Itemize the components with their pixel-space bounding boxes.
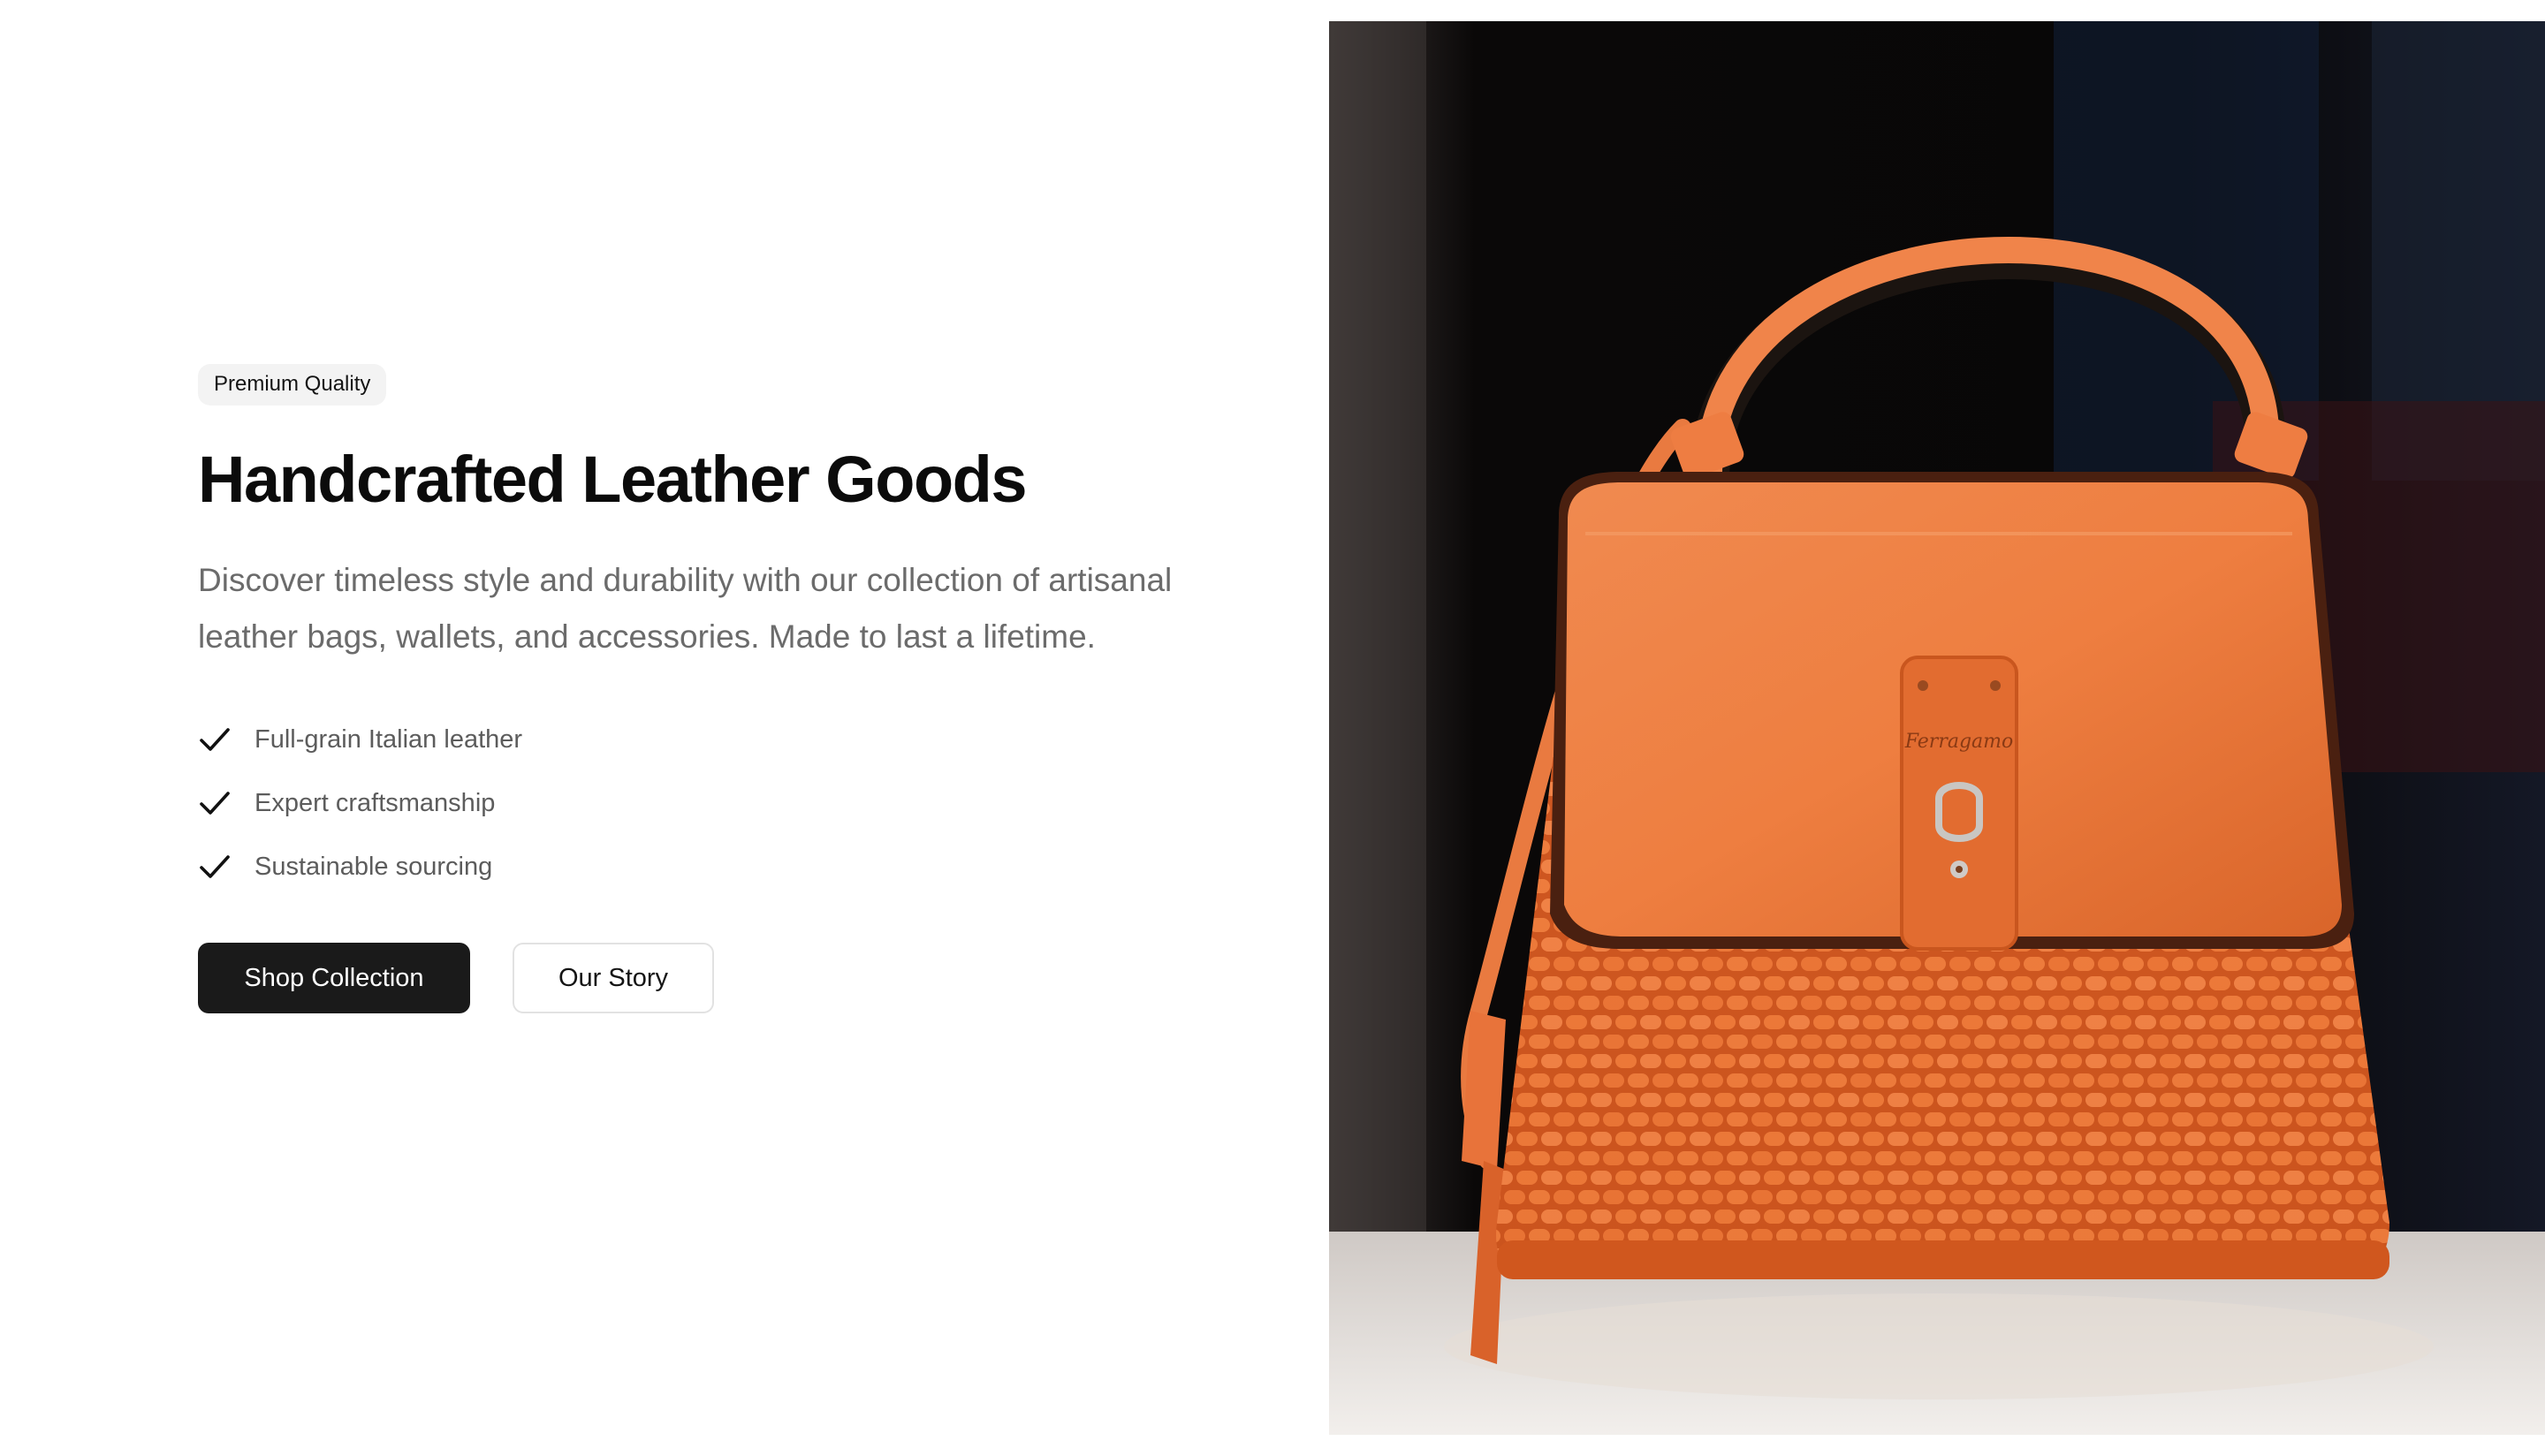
check-icon bbox=[198, 786, 232, 820]
hero-description: Discover timeless style and durability w… bbox=[198, 562, 1173, 655]
check-icon bbox=[198, 850, 232, 883]
product-image: Ferragamo bbox=[1329, 21, 2545, 1435]
shop-collection-button[interactable]: Shop Collection bbox=[198, 943, 470, 1013]
feature-label: Expert craftsmanship bbox=[254, 788, 496, 817]
our-story-button[interactable]: Our Story bbox=[513, 943, 714, 1013]
feature-item: Full-grain Italian leather bbox=[198, 708, 1294, 771]
hero-actions: Shop Collection Our Story bbox=[198, 943, 1294, 1013]
hero-content: Premium Quality Handcrafted Leather Good… bbox=[198, 364, 1294, 1013]
handbag-illustration: Ferragamo bbox=[1329, 21, 2545, 1435]
quality-badge: Premium Quality bbox=[198, 364, 387, 406]
feature-label: Sustainable sourcing bbox=[254, 852, 493, 881]
check-icon bbox=[198, 723, 232, 756]
feature-list: Full-grain Italian leather Expert crafts… bbox=[198, 708, 1294, 899]
feature-item: Expert craftsmanship bbox=[198, 771, 1294, 835]
brand-logo: Ferragamo bbox=[1904, 731, 2014, 753]
hero-section: Premium Quality Handcrafted Leather Good… bbox=[0, 0, 2545, 1456]
feature-item: Sustainable sourcing bbox=[198, 835, 1294, 899]
feature-label: Full-grain Italian leather bbox=[254, 724, 523, 754]
page-title: Handcrafted Leather Goods bbox=[198, 443, 1028, 516]
